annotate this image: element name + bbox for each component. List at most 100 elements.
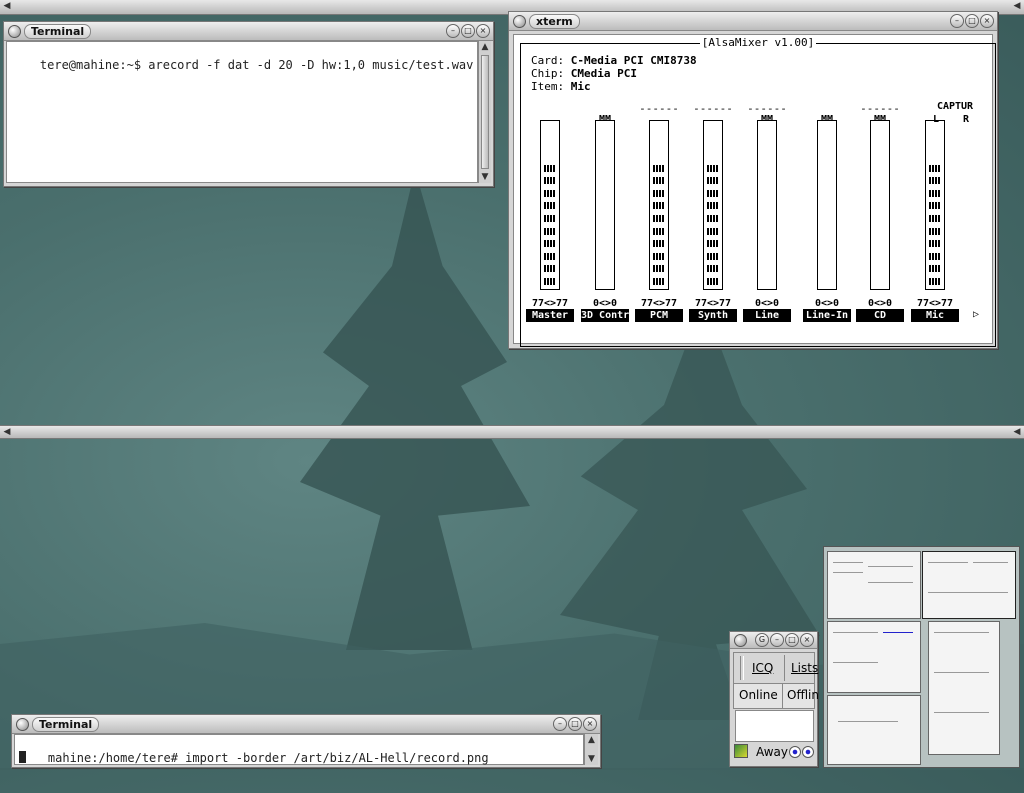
volume-bar: [653, 189, 665, 197]
channel-value: 0<>0: [867, 298, 893, 309]
channel-value: 0<>0: [754, 298, 780, 309]
volume-slider[interactable]: [595, 120, 615, 290]
channel-value: 77<>77: [694, 298, 732, 309]
volume-slider[interactable]: [649, 120, 669, 290]
volume-slider[interactable]: [817, 120, 837, 290]
scroll-down-icon[interactable]: ▼: [585, 753, 598, 765]
volume-bar: [707, 227, 719, 235]
mixer-channel[interactable]: MM0<>03D Contr: [580, 44, 630, 346]
terminal-titlebar[interactable]: Terminal – □ ×: [4, 22, 493, 41]
terminal-scrollbar[interactable]: ▲ ▼: [478, 41, 491, 183]
channel-name[interactable]: 3D Contr: [581, 309, 629, 322]
scroll-up-icon[interactable]: ▲: [585, 734, 598, 746]
volume-bar: [929, 189, 941, 197]
channel-value: 77<>77: [531, 298, 569, 309]
volume-bar: [544, 202, 556, 210]
minimize-icon[interactable]: –: [770, 633, 784, 647]
channel-name[interactable]: PCM: [635, 309, 683, 322]
terminal-output[interactable]: mahine:/home/tere# import -border /art/b…: [14, 734, 584, 765]
channel-value: 77<>77: [640, 298, 678, 309]
maximize-icon[interactable]: □: [461, 24, 475, 38]
window-menu-icon[interactable]: [16, 718, 29, 731]
alsamixer-screen[interactable]: [AlsaMixer v1.00] Card: C-Media PCI CMI8…: [513, 34, 996, 347]
tab-lists[interactable]: Lists: [791, 661, 818, 675]
scroll-down-icon[interactable]: ▼: [479, 171, 491, 183]
gaim-titlebar[interactable]: G – □ ×: [730, 632, 817, 649]
channel-name[interactable]: Master: [526, 309, 574, 322]
volume-bar: [929, 227, 941, 235]
volume-slider[interactable]: [757, 120, 777, 290]
right-arrow-icon[interactable]: ◀: [1011, 426, 1023, 438]
window-menu-icon[interactable]: [513, 15, 526, 28]
away-label[interactable]: Away: [756, 745, 788, 759]
terminal-scrollbar[interactable]: ▲ ▼: [584, 734, 598, 765]
tab-icq[interactable]: ICQ: [752, 661, 773, 675]
mixer-channel[interactable]: 77<>77 Mic: [910, 44, 960, 346]
terminal-line: mahine:/home/tere# import -border /art/b…: [47, 751, 489, 765]
radio-icon[interactable]: [789, 746, 801, 758]
close-icon[interactable]: ×: [980, 14, 994, 28]
desktop-pager[interactable]: [823, 546, 1020, 768]
volume-slider[interactable]: [540, 120, 560, 290]
text-cursor: [19, 751, 26, 763]
alsamixer-frame: [AlsaMixer v1.00] Card: C-Media PCI CMI8…: [520, 36, 996, 347]
terminal-output[interactable]: tere@mahine:~$ arecord -f dat -d 20 -D h…: [6, 41, 488, 183]
volume-slider[interactable]: [925, 120, 945, 290]
tab-online[interactable]: Online: [739, 688, 778, 702]
xterm-titlebar[interactable]: xterm – □ ×: [509, 12, 997, 31]
mixer-channel[interactable]: ------ 77<>77 Synth: [688, 44, 738, 346]
right-arrow-icon[interactable]: ◀: [1011, 0, 1023, 12]
mixer-channel[interactable]: ------MM0<>0Line: [742, 44, 792, 346]
channel-name[interactable]: CD: [856, 309, 904, 322]
terminal-titlebar[interactable]: Terminal – □ ×: [12, 715, 600, 734]
left-arrow-icon[interactable]: ◀: [1, 0, 13, 12]
window-title: xterm: [529, 14, 580, 29]
status-icon[interactable]: [734, 744, 748, 758]
minimize-icon[interactable]: –: [950, 14, 964, 28]
maximize-icon[interactable]: □: [965, 14, 979, 28]
volume-slider[interactable]: [870, 120, 890, 290]
terminal-window-bottom[interactable]: Terminal – □ × mahine:/home/tere# import…: [11, 714, 601, 768]
pager-desk-5[interactable]: [827, 695, 921, 765]
mixer-channel[interactable]: ------ 77<>77 PCM: [634, 44, 684, 346]
middle-panel-bar: ◀ ◀: [0, 425, 1024, 439]
channel-name[interactable]: Mic: [911, 309, 959, 322]
minimize-icon[interactable]: –: [553, 717, 567, 731]
left-arrow-icon[interactable]: ◀: [1, 426, 13, 438]
mixer-channel[interactable]: ------MM0<>0CD: [855, 44, 905, 346]
pager-desk-2[interactable]: [922, 551, 1016, 619]
scroll-up-icon[interactable]: ▲: [479, 41, 491, 53]
volume-bar: [544, 189, 556, 197]
volume-bar: [707, 215, 719, 222]
volume-bar: [653, 252, 665, 260]
minimize-icon[interactable]: –: [446, 24, 460, 38]
pager-desk-3[interactable]: [827, 621, 921, 693]
xterm-window[interactable]: xterm – □ × [AlsaMixer v1.00] Card: C-Me…: [508, 11, 998, 349]
window-menu-icon[interactable]: [734, 634, 747, 647]
gaim-window[interactable]: G – □ × ICQ Lists Online Offlin Away: [729, 631, 819, 767]
radio-icon[interactable]: [802, 746, 814, 758]
volume-bar: [653, 278, 665, 285]
scroll-thumb[interactable]: [481, 55, 489, 169]
close-icon[interactable]: ×: [583, 717, 597, 731]
maximize-icon[interactable]: □: [568, 717, 582, 731]
mixer-channel[interactable]: MM0<>0Line-In: [802, 44, 852, 346]
pager-desk-1[interactable]: [827, 551, 921, 619]
volume-slider[interactable]: [703, 120, 723, 290]
channel-name[interactable]: Synth: [689, 309, 737, 322]
left-arrow-icon: ◁: [920, 309, 927, 320]
volume-bar: [544, 227, 556, 235]
window-menu-icon[interactable]: [8, 25, 21, 38]
close-icon[interactable]: ×: [800, 633, 814, 647]
close-icon[interactable]: ×: [476, 24, 490, 38]
maximize-icon[interactable]: □: [785, 633, 799, 647]
pager-desk-4[interactable]: [928, 621, 1000, 755]
tab-offline[interactable]: Offlin: [787, 688, 819, 702]
volume-bar: [544, 252, 556, 260]
terminal-window-top[interactable]: Terminal – □ × tere@mahine:~$ arecord -f…: [3, 21, 494, 187]
mixer-channel[interactable]: 77<>77 Master: [525, 44, 575, 346]
channel-name[interactable]: Line: [743, 309, 791, 322]
channel-name[interactable]: Line-In: [803, 309, 851, 322]
buddy-list[interactable]: [735, 710, 814, 742]
volume-bar: [929, 240, 941, 248]
